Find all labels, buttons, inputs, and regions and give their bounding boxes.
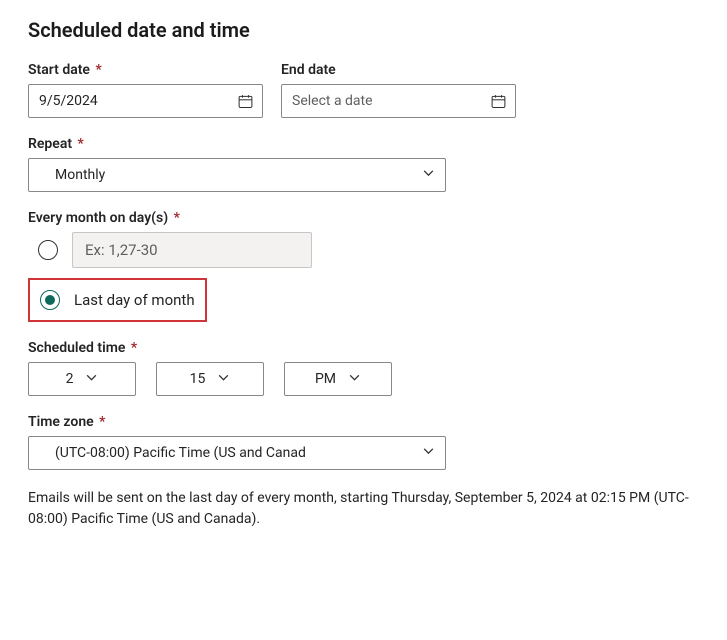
end-date-input[interactable]	[282, 93, 481, 109]
chevron-down-icon	[348, 371, 361, 388]
hour-value: 2	[66, 371, 74, 387]
calendar-icon[interactable]	[481, 93, 515, 110]
radio-last-day[interactable]	[40, 290, 60, 310]
specific-days-input: Ex: 1,27-30	[72, 232, 312, 268]
end-date-label: End date	[281, 62, 516, 78]
minute-value: 15	[190, 371, 206, 387]
chevron-down-icon	[217, 371, 230, 388]
scheduled-time-label: Scheduled time *	[28, 340, 699, 356]
timezone-select[interactable]: (UTC-08:00) Pacific Time (US and Canad	[28, 436, 446, 470]
chevron-down-icon	[422, 167, 435, 184]
start-date-label: Start date *	[28, 62, 263, 78]
section-title: Scheduled date and time	[28, 18, 699, 42]
timezone-label: Time zone *	[28, 414, 699, 430]
radio-specific-days[interactable]	[38, 240, 58, 260]
repeat-select[interactable]: Monthly	[28, 158, 446, 192]
timezone-value: (UTC-08:00) Pacific Time (US and Canad	[55, 445, 306, 461]
last-day-option-highlight: Last day of month	[28, 278, 207, 322]
chevron-down-icon	[422, 445, 435, 462]
ampm-value: PM	[315, 371, 336, 387]
ampm-select[interactable]: PM	[284, 362, 392, 396]
end-date-field[interactable]	[281, 84, 516, 118]
start-date-input[interactable]	[29, 93, 228, 109]
chevron-down-icon	[85, 371, 98, 388]
repeat-value: Monthly	[55, 167, 105, 183]
repeat-label: Repeat *	[28, 136, 699, 152]
hour-select[interactable]: 2	[28, 362, 136, 396]
schedule-summary: Emails will be sent on the last day of e…	[28, 488, 699, 530]
radio-last-day-label: Last day of month	[74, 291, 195, 309]
start-date-field[interactable]	[28, 84, 263, 118]
every-month-label: Every month on day(s) *	[28, 210, 699, 226]
calendar-icon[interactable]	[228, 93, 262, 110]
minute-select[interactable]: 15	[156, 362, 264, 396]
